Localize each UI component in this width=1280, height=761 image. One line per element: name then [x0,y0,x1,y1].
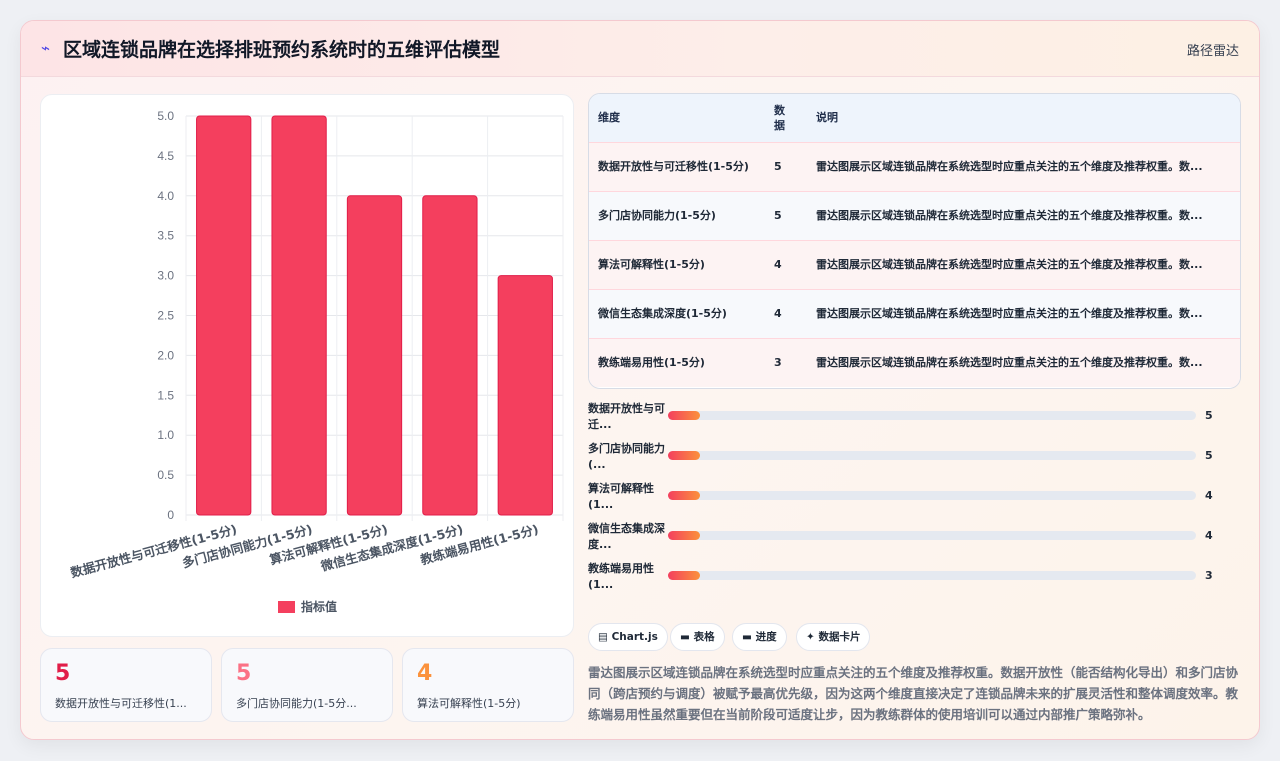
progress-track [668,491,1196,500]
y-tick-label: 0 [167,508,174,522]
bar [497,275,553,516]
progress-track [668,531,1196,540]
progress-row: 多门店协同能力(... 5 [588,441,1228,473]
progress-fill [668,451,700,460]
cell-note: 雷达图展示区域连锁品牌在系统选型时应重点关注的五个维度及推荐权重。数... [816,257,1203,271]
cell-note: 雷达图展示区域连锁品牌在系统选型时应重点关注的五个维度及推荐权重。数... [816,355,1203,369]
progress-value: 5 [1205,409,1213,422]
cell-dimension: 多门店协同能力(1-5分) [598,208,716,222]
tag-chartjs[interactable]: ▤ Chart.js [588,623,668,651]
data-table: 维度 数据 说明 数据开放性与可迁移性(1-5分) 5 雷达图展示区域连锁品牌在… [589,94,1240,387]
bar-chart: 00.51.01.52.02.53.03.54.04.55.0数据开放性与可迁移… [68,109,564,614]
page-title: 区域连锁品牌在选择排班预约系统时的五维评估模型 [63,39,501,61]
kpi-value: 5 [236,661,252,686]
y-tick-label: 1.5 [157,388,174,402]
y-tick-label: 5.0 [157,109,174,123]
cell-value: 5 [774,160,782,173]
tag-progress[interactable]: ▬ 进度 [732,623,787,651]
cell-dimension: 算法可解释性(1-5分) [598,257,705,271]
y-tick-label: 3.5 [157,229,174,243]
progress-fill [668,571,700,580]
table-row: 算法可解释性(1-5分) 4 雷达图展示区域连锁品牌在系统选型时应重点关注的五个… [589,240,1240,289]
header-right-label[interactable]: 路径雷达 [1187,40,1239,59]
header: ⌁ 区域连锁品牌在选择排班预约系统时的五维评估模型 路径雷达 [21,21,1259,77]
cell-dimension: 微信生态集成深度(1-5分) [598,306,727,320]
kpi-value: 5 [55,661,71,686]
cell-dimension: 数据开放性与可迁移性(1-5分) [598,159,749,173]
data-table-card: 维度 数据 说明 数据开放性与可迁移性(1-5分) 5 雷达图展示区域连锁品牌在… [588,93,1241,389]
kpi-card-1: 5 数据开放性与可迁移性(1... [40,648,212,722]
progress-track [668,571,1196,580]
cell-value: 4 [774,258,782,271]
progress-label: 多门店协同能力(... [588,442,665,471]
progress-track [668,451,1196,460]
bar-chart-card: 0 0.5 1.0 1.5 2.0 2.5 3.0 3.5 4.0 4.5 5.0 数据开放性与可迁移… [40,94,574,637]
progress-label: 微信生态集成深度... [588,522,665,551]
progress-value: 5 [1205,449,1213,462]
bar [422,195,478,516]
cell-note: 雷达图展示区域连锁品牌在系统选型时应重点关注的五个维度及推荐权重。数... [816,208,1203,222]
kpi-label: 算法可解释性(1-5分) [417,697,521,710]
y-tick-label: 2.5 [157,309,174,323]
lightning-icon: ⌁ [41,39,51,57]
dashboard-frame: ⌁ 区域连锁品牌在选择排班预约系统时的五维评估模型 路径雷达 0 0.5 1.0 1.… [20,20,1260,740]
kpi-card-3: 4 算法可解释性(1-5分) [402,648,574,722]
bar [271,115,327,516]
cell-note: 雷达图展示区域连锁品牌在系统选型时应重点关注的五个维度及推荐权重。数... [816,306,1203,320]
column-header-note: 说明 [816,110,838,124]
cell-value: 3 [774,356,782,370]
progress-fill [668,531,700,540]
progress-value: 4 [1205,489,1213,502]
table-row: 微信生态集成深度(1-5分) 4 雷达图展示区域连锁品牌在系统选型时应重点关注的… [589,289,1240,338]
tag-data-card[interactable]: ✦ 数据卡片 [796,623,871,651]
kpi-label: 多门店协同能力(1-5分... [236,697,357,710]
progress-row: 教练端易用性(1... 3 [588,561,1228,593]
progress-track [668,411,1196,420]
progress-row: 算法可解释性(1... 4 [588,481,1228,513]
column-header-value: 数据 [774,103,785,132]
y-tick-label: 1.0 [157,428,174,442]
kpi-value: 4 [417,661,433,686]
progress-fill [668,411,700,420]
y-tick-label: 3.0 [157,269,174,283]
progress-row: 微信生态集成深度... 4 [588,521,1228,553]
column-header-dimension: 维度 [598,110,620,124]
cell-value: 4 [774,307,782,320]
progress-value: 3 [1205,569,1213,582]
description-text: 雷达图展示区域连锁品牌在系统选型时应重点关注的五个维度及推荐权重。数据开放性（能… [588,665,1239,722]
bar [346,195,403,516]
cell-dimension: 教练端易用性(1-5分) [598,355,705,369]
tag-table[interactable]: ▬ 表格 [670,623,725,651]
progress-row: 数据开放性与可迁... 5 [588,401,1228,433]
cell-value: 5 [774,209,782,222]
progress-label: 教练端易用性(1... [588,562,654,591]
table-row: 数据开放性与可迁移性(1-5分) 5 雷达图展示区域连锁品牌在系统选型时应重点关… [589,142,1240,191]
y-tick-label: 2.0 [157,348,174,362]
progress-fill [668,491,700,500]
legend-label: 指标值 [301,599,337,614]
table-row: 教练端易用性(1-5分) 3 雷达图展示区域连锁品牌在系统选型时应重点关注的五个… [589,338,1240,387]
table-header-row: 维度 数据 说明 [589,94,1240,142]
y-tick-label: 4.0 [157,189,174,203]
kpi-label: 数据开放性与可迁移性(1... [55,697,187,710]
cell-note: 雷达图展示区域连锁品牌在系统选型时应重点关注的五个维度及推荐权重。数... [816,159,1203,173]
legend-swatch [278,601,295,613]
table-row: 多门店协同能力(1-5分) 5 雷达图展示区域连锁品牌在系统选型时应重点关注的五… [589,191,1240,240]
bar [196,115,252,516]
progress-label: 数据开放性与可迁... [588,402,665,431]
progress-label: 算法可解释性(1... [588,482,654,511]
y-tick-label: 4.5 [157,149,174,163]
kpi-card-2: 5 多门店协同能力(1-5分... [221,648,393,722]
progress-value: 4 [1205,529,1213,542]
y-tick-label: 0.5 [157,468,174,482]
